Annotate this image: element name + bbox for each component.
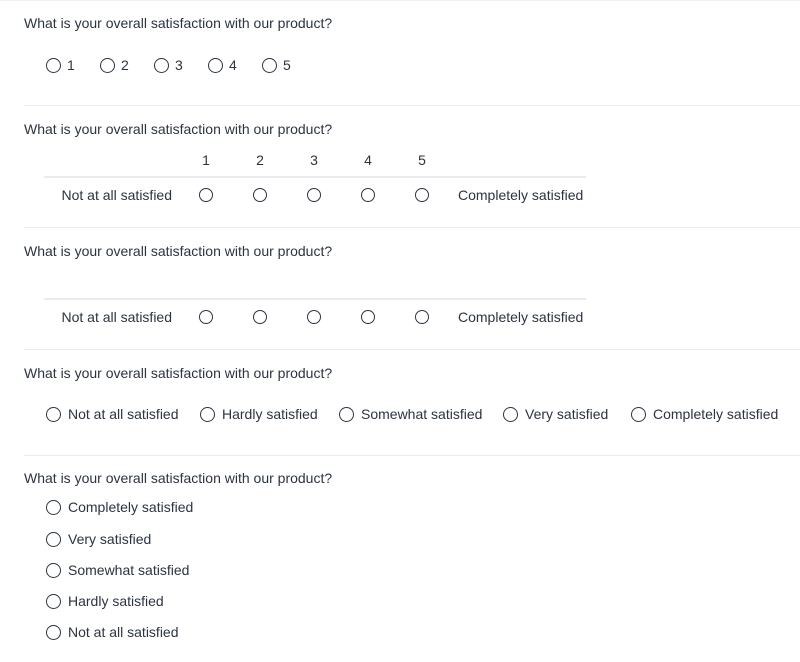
radio-button[interactable] xyxy=(46,624,61,640)
column-header-2: 2 xyxy=(256,152,264,168)
question-title: What is your overall satisfaction with o… xyxy=(24,365,333,381)
matrix-radio-4[interactable] xyxy=(361,310,375,324)
question-vertical-options: What is your overall satisfaction with o… xyxy=(24,456,800,662)
low-anchor-label: Not at all satisfied xyxy=(61,187,173,203)
radio-option-not-at-all-satisfied[interactable]: Not at all satisfied xyxy=(46,624,179,640)
radio-button[interactable] xyxy=(46,593,61,609)
radio-option-3[interactable]: 3 xyxy=(154,57,183,73)
radio-label: Completely satisfied xyxy=(68,499,194,515)
high-anchor-label: Completely satisfied xyxy=(458,309,584,325)
radio-label: Hardly satisfied xyxy=(68,593,164,609)
radio-label: Somewhat satisfied xyxy=(361,406,483,422)
radio-label: 3 xyxy=(175,57,183,73)
question-numeric-scale: What is your overall satisfaction with o… xyxy=(24,0,800,106)
radio-option-very-satisfied[interactable]: Very satisfied xyxy=(503,406,608,422)
radio-label: Hardly satisfied xyxy=(222,406,318,422)
matrix-radio-1[interactable] xyxy=(199,188,213,202)
radio-label: 1 xyxy=(67,57,75,73)
column-header-1: 1 xyxy=(202,152,210,168)
radio-label: Somewhat satisfied xyxy=(68,562,190,578)
matrix-radio-2[interactable] xyxy=(253,188,267,202)
radio-button[interactable] xyxy=(154,57,169,73)
radio-option-2[interactable]: 2 xyxy=(100,57,129,73)
question-matrix-numbered: What is your overall satisfaction with o… xyxy=(24,106,800,227)
radio-option-somewhat-satisfied[interactable]: Somewhat satisfied xyxy=(339,406,482,422)
likert-matrix: Not at all satisfied Completely satisfie… xyxy=(44,228,586,349)
likert-matrix: 1 2 3 4 5 Not at all satisfied Completel… xyxy=(44,106,586,227)
radio-option-5[interactable]: 5 xyxy=(262,57,291,73)
header-rule xyxy=(44,298,586,300)
radio-label: 4 xyxy=(229,57,237,73)
radio-button[interactable] xyxy=(100,57,115,73)
radio-label: 5 xyxy=(283,57,291,73)
radio-label: Very satisfied xyxy=(525,406,609,422)
matrix-radio-3[interactable] xyxy=(307,310,321,324)
question-title: What is your overall satisfaction with o… xyxy=(24,15,333,31)
radio-label: Completely satisfied xyxy=(653,406,779,422)
matrix-radio-5[interactable] xyxy=(415,188,429,202)
radio-button[interactable] xyxy=(46,57,61,73)
radio-option-hardly-satisfied[interactable]: Hardly satisfied xyxy=(46,593,164,609)
question-matrix-plain: What is your overall satisfaction with o… xyxy=(24,228,800,349)
radio-button[interactable] xyxy=(46,531,61,547)
radio-option-completely-satisfied[interactable]: Completely satisfied xyxy=(46,499,193,515)
matrix-radio-5[interactable] xyxy=(415,310,429,324)
radio-button[interactable] xyxy=(262,57,277,73)
low-anchor-label: Not at all satisfied xyxy=(61,309,173,325)
matrix-radio-4[interactable] xyxy=(361,188,375,202)
header-rule xyxy=(44,176,586,178)
radio-button[interactable] xyxy=(46,406,61,422)
column-header-4: 4 xyxy=(364,152,372,168)
question-title: What is your overall satisfaction with o… xyxy=(24,470,333,486)
matrix-radio-3[interactable] xyxy=(307,188,321,202)
radio-option-1[interactable]: 1 xyxy=(46,57,75,73)
radio-option-hardly-satisfied[interactable]: Hardly satisfied xyxy=(200,406,318,422)
radio-option-very-satisfied[interactable]: Very satisfied xyxy=(46,531,151,547)
column-header-5: 5 xyxy=(418,152,426,168)
radio-option-not-at-all-satisfied[interactable]: Not at all satisfied xyxy=(46,406,179,422)
matrix-radio-1[interactable] xyxy=(199,310,213,324)
radio-option-4[interactable]: 4 xyxy=(208,57,237,73)
radio-button[interactable] xyxy=(46,562,61,578)
radio-label: Very satisfied xyxy=(68,531,152,547)
radio-button[interactable] xyxy=(631,406,646,422)
radio-option-completely-satisfied[interactable]: Completely satisfied xyxy=(631,406,778,422)
matrix-radio-2[interactable] xyxy=(253,310,267,324)
radio-label: Not at all satisfied xyxy=(68,406,179,422)
high-anchor-label: Completely satisfied xyxy=(458,187,584,203)
radio-button[interactable] xyxy=(339,406,354,422)
radio-label: Not at all satisfied xyxy=(68,624,179,640)
column-header-3: 3 xyxy=(310,152,318,168)
radio-button[interactable] xyxy=(208,57,223,73)
radio-button[interactable] xyxy=(46,499,61,515)
radio-button[interactable] xyxy=(200,406,215,422)
radio-button[interactable] xyxy=(503,406,518,422)
radio-label: 2 xyxy=(121,57,129,73)
question-horizontal-options: What is your overall satisfaction with o… xyxy=(24,350,800,455)
radio-option-somewhat-satisfied[interactable]: Somewhat satisfied xyxy=(46,562,189,578)
